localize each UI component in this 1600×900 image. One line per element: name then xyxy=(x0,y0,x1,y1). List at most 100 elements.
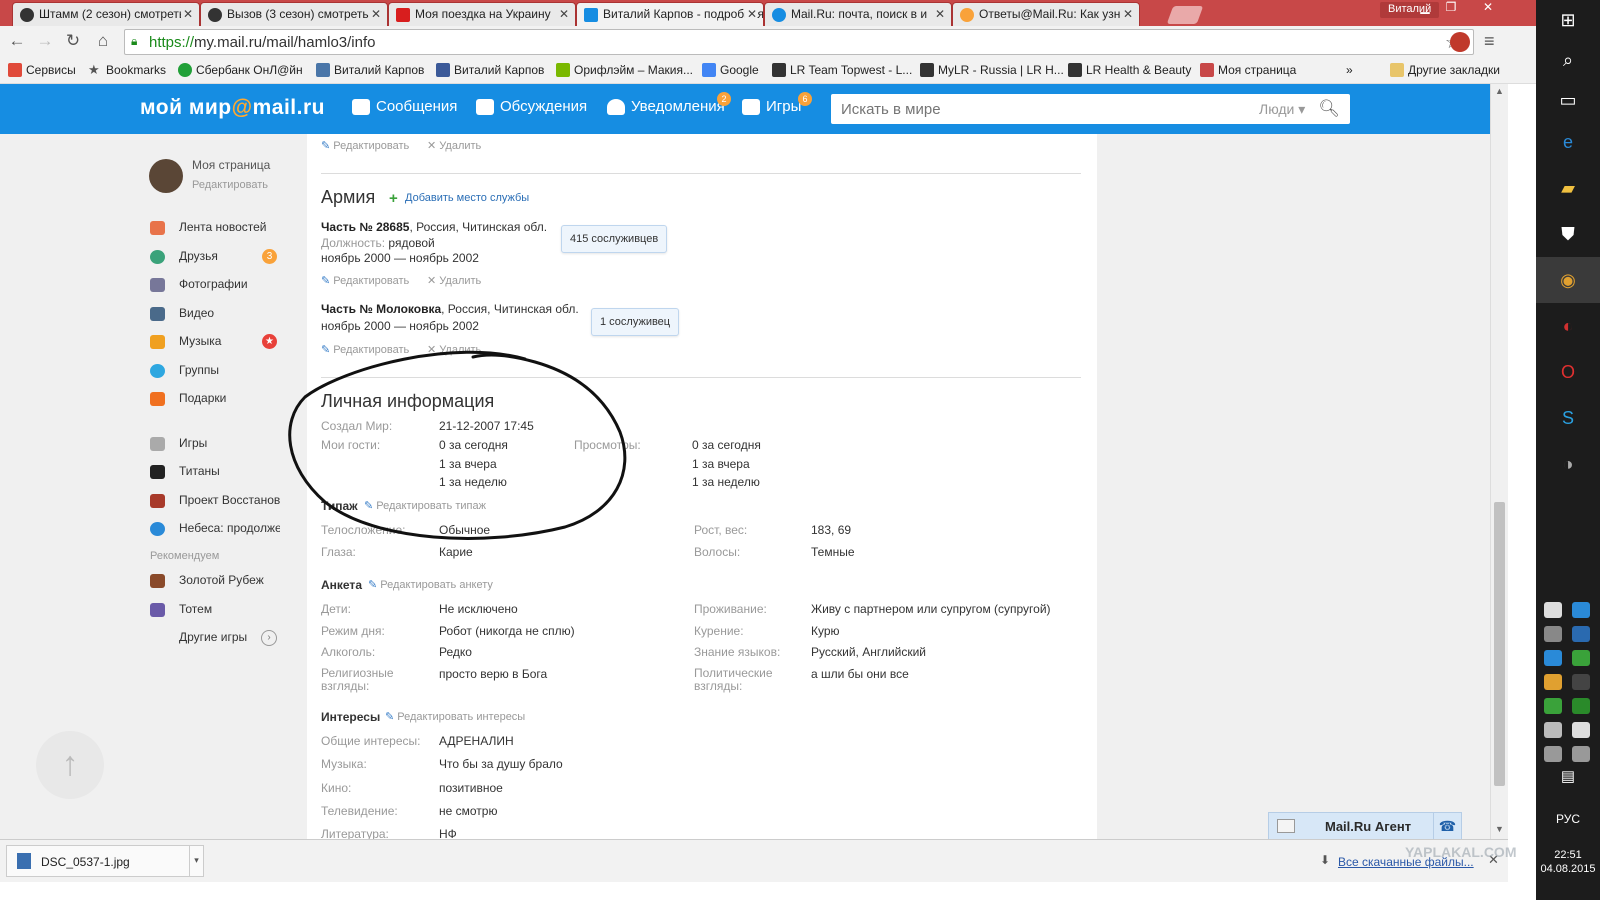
close-tab-icon[interactable]: ✕ xyxy=(556,7,569,21)
browser-menu-icon[interactable]: ≡ xyxy=(1484,31,1495,52)
chrome-tray-icon[interactable] xyxy=(1544,674,1562,690)
chrome-icon[interactable]: ◉ xyxy=(1554,266,1582,294)
browser-tab[interactable]: Ответы@Mail.Ru: Как узн ✕ xyxy=(952,2,1140,26)
mail-agent-panel[interactable]: Mail.Ru Агент ☎ xyxy=(1268,812,1462,841)
new-tab-button[interactable] xyxy=(1166,6,1204,24)
scroll-down-arrow-icon[interactable]: ▼ xyxy=(1495,824,1504,834)
scrollbar-thumb[interactable] xyxy=(1494,502,1505,786)
sidebar-item-games[interactable]: Игры xyxy=(150,436,280,454)
nav-games[interactable]: Игры 6 xyxy=(742,92,812,115)
sidebar-item-photos[interactable]: Фотографии xyxy=(150,277,280,295)
wifi-icon[interactable] xyxy=(1544,746,1562,762)
scroll-up-arrow-icon[interactable]: ▲ xyxy=(1495,86,1504,96)
search-input[interactable] xyxy=(831,94,1251,124)
delete-link[interactable]: ✕ Удалить xyxy=(427,274,481,287)
my-page-edit-link[interactable]: Редактировать xyxy=(192,179,268,191)
search-icon[interactable]: 🔍︎ xyxy=(1318,99,1340,119)
close-tab-icon[interactable]: ✕ xyxy=(1120,7,1133,21)
my-page-link[interactable]: Моя страница xyxy=(192,158,270,172)
other-bookmarks[interactable]: Другие закладки xyxy=(1390,63,1500,77)
scroll-to-top-button[interactable]: ↑ xyxy=(36,731,104,799)
edit-link[interactable]: ✎ Редактировать xyxy=(321,139,409,152)
app-icon[interactable]: ◑ xyxy=(1554,450,1582,478)
task-view-icon[interactable]: ▭ xyxy=(1554,86,1582,114)
restore-icon[interactable]: ❐ xyxy=(1438,0,1464,18)
window-close-icon[interactable]: ✕ xyxy=(1468,0,1508,18)
download-item[interactable]: DSC_0537-1.jpg ▾ xyxy=(6,845,204,877)
sidebar-item-music[interactable]: Музыка xyxy=(150,334,280,352)
search-icon[interactable]: ⌕ xyxy=(1554,46,1582,74)
volume-icon[interactable] xyxy=(1572,746,1590,762)
tray-icon[interactable] xyxy=(1572,650,1590,666)
close-tab-icon[interactable]: ✕ xyxy=(368,7,381,21)
app-icon[interactable]: ◐ xyxy=(1554,312,1582,340)
sidebar-item-groups[interactable]: Группы xyxy=(150,363,280,381)
opera-icon[interactable]: O xyxy=(1554,358,1582,386)
windows-start-icon[interactable]: ⊞ xyxy=(1554,6,1582,34)
home-button-icon[interactable]: ⌂ xyxy=(92,31,114,53)
bell-icon[interactable] xyxy=(1572,674,1590,690)
nav-notifications[interactable]: Уведомления 2 xyxy=(607,92,731,115)
bookmark-item[interactable]: Моя страница xyxy=(1200,63,1296,77)
sidebar-item-golden[interactable]: Золотой Рубеж xyxy=(150,573,280,591)
tray-icon[interactable] xyxy=(1544,722,1562,738)
browser-tab[interactable]: Моя поездка на Украину ✕ xyxy=(388,2,576,26)
sidebar-item-totem[interactable]: Тотем xyxy=(150,602,280,620)
explorer-folder-icon[interactable]: ▰ xyxy=(1554,174,1582,202)
bookmark-item[interactable]: ★ Bookmarks xyxy=(88,62,166,77)
back-arrow-icon[interactable]: ← xyxy=(6,31,28,53)
tray-icon[interactable] xyxy=(1544,650,1562,666)
sidebar-item-gifts[interactable]: Подарки xyxy=(150,391,280,409)
sidebar-item-heavens[interactable]: Небеса: продолжение xyxy=(150,521,280,539)
bookmark-item[interactable]: Сервисы xyxy=(8,63,76,77)
bookmark-item[interactable]: MyLR - Russia | LR H... xyxy=(920,63,1064,77)
sidebar-item-titans[interactable]: Титаны xyxy=(150,464,280,482)
browser-tab[interactable]: Штамм (2 сезон) смотреть ✕ xyxy=(12,2,200,26)
close-tab-icon[interactable]: ✕ xyxy=(932,7,945,21)
bookmark-item[interactable]: Сбербанк ОнЛ@йн xyxy=(178,63,303,77)
bookmark-item[interactable]: LR Health & Beauty xyxy=(1068,63,1191,77)
sidebar-item-feed[interactable]: Лента новостей xyxy=(150,220,280,238)
store-icon[interactable]: ⛊ xyxy=(1554,220,1582,248)
add-service-link[interactable]: + Добавить место службы xyxy=(389,190,529,207)
action-center-icon[interactable]: ▤ xyxy=(1554,762,1582,790)
bookmark-item[interactable]: LR Team Topwest - L... xyxy=(772,63,912,77)
sidebar-item-project[interactable]: Проект Восстановление xyxy=(150,493,280,511)
nav-discussions[interactable]: Обсуждения xyxy=(476,98,587,115)
tray-icon[interactable] xyxy=(1544,698,1562,714)
address-bar[interactable]: 🔒︎ https://my.mail.ru/mail/hamlo3/info ☆ xyxy=(124,29,1474,55)
skype-icon[interactable]: S xyxy=(1554,404,1582,432)
comrades-count-badge[interactable]: 1 сослуживец xyxy=(591,308,680,336)
tray-icon[interactable] xyxy=(1572,602,1590,618)
extension-icon[interactable] xyxy=(1450,32,1470,52)
edit-interests-link[interactable]: ✎ Редактировать интересы xyxy=(385,710,525,723)
sidebar-item-video[interactable]: Видео xyxy=(150,306,280,324)
input-language[interactable]: РУС xyxy=(1536,812,1600,826)
phone-icon[interactable]: ☎ xyxy=(1433,813,1461,841)
reload-icon[interactable]: ↻ xyxy=(62,31,84,53)
other-games-link[interactable]: Другие игры xyxy=(179,630,247,644)
edit-link[interactable]: ✎ Редактировать xyxy=(321,274,409,287)
delete-link[interactable]: ✕ Удалить xyxy=(427,139,481,152)
browser-tab[interactable]: Вызов (3 сезон) смотреть ✕ xyxy=(200,2,388,26)
close-tab-icon[interactable]: ✕ xyxy=(180,7,193,21)
site-logo[interactable]: мой мир@mail.ru xyxy=(140,96,325,120)
comrades-count-badge[interactable]: 415 сослуживцев xyxy=(561,225,668,253)
nvidia-icon[interactable] xyxy=(1572,698,1590,714)
chevron-right-icon[interactable]: › xyxy=(261,630,277,646)
bookmark-item[interactable]: Google xyxy=(702,63,759,77)
bookmark-item[interactable]: Виталий Карпов xyxy=(316,63,424,77)
chevron-down-icon[interactable]: ▾ xyxy=(189,846,203,876)
avatar[interactable] xyxy=(149,159,183,193)
steam-icon[interactable] xyxy=(1572,626,1590,642)
bookmark-item[interactable]: Орифлэйм – Макия... xyxy=(556,63,693,77)
system-clock[interactable]: 22:51 04.08.2015 xyxy=(1536,848,1600,876)
tray-icon[interactable] xyxy=(1544,626,1562,642)
bookmarks-more[interactable]: » xyxy=(1346,63,1353,77)
search-scope-dropdown[interactable]: Люди ▾ xyxy=(1259,101,1305,118)
onedrive-icon[interactable] xyxy=(1544,602,1562,618)
battery-icon[interactable] xyxy=(1572,722,1590,738)
browser-tab[interactable]: Mail.Ru: почта, поиск в и ✕ xyxy=(764,2,952,26)
close-tab-icon[interactable]: ✕ xyxy=(744,7,757,21)
minimize-icon[interactable]: ▁ xyxy=(1412,0,1438,18)
